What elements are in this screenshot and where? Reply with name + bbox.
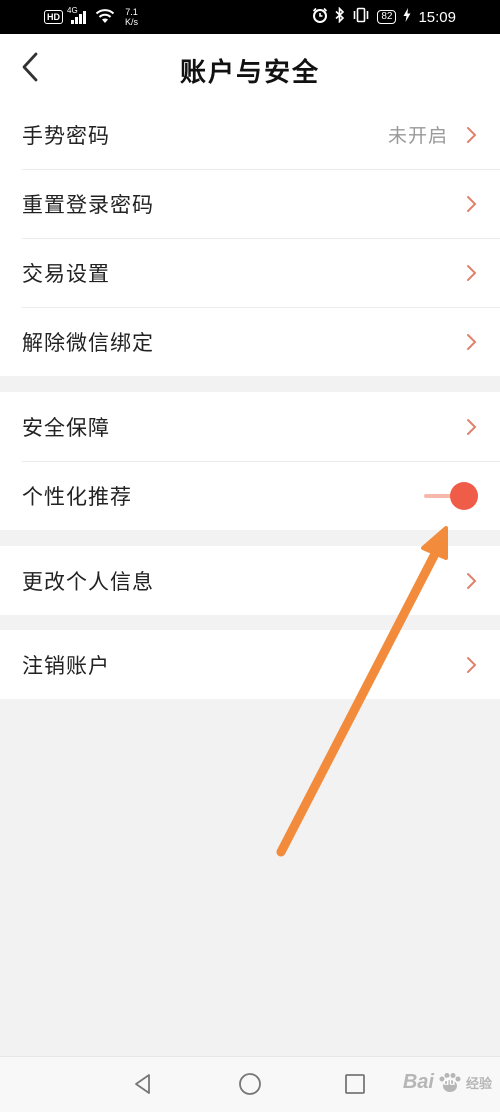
row-unbind-wechat[interactable]: 解除微信绑定 [0,307,500,376]
row-change-personal-info[interactable]: 更改个人信息 [0,546,500,615]
watermark-brand: Bai [402,1071,434,1093]
alarm-icon [312,7,328,27]
row-value: 未开启 [387,125,448,147]
wifi-icon [95,8,115,27]
signal-label: 4G [67,6,78,15]
row-deactivate-account[interactable]: 注销账户 [0,630,500,699]
status-left: HD 4G 7.1 K/s [44,6,138,27]
system-nav-bar: Bai du 经验 [0,1056,500,1112]
clock-time: 15:09 [418,8,456,26]
status-bar: HD 4G 7.1 K/s 82 15:09 [0,0,500,34]
speed-unit: K/s [125,17,139,27]
chevron-right-icon [466,195,478,213]
row-label: 个性化推荐 [22,484,132,509]
row-trade-settings[interactable]: 交易设置 [0,238,500,307]
network-speed: 7.1 K/s [125,7,138,27]
chevron-right-icon [466,264,478,282]
page-title: 账户与安全 [179,58,320,88]
row-security-guarantee[interactable]: 安全保障 [0,392,500,461]
charging-icon [403,8,411,26]
row-gesture-password[interactable]: 手势密码 未开启 [0,100,500,169]
triangle-back-icon [135,1074,150,1094]
signal-icon: 4G [67,6,89,24]
paw-icon: du [437,1072,463,1094]
row-label: 解除微信绑定 [22,330,154,355]
row-label: 手势密码 [22,123,110,148]
watermark-sub: 经验 [465,1076,492,1091]
settings-group-deactivate: 注销账户 [0,630,500,699]
nav-back-button[interactable] [128,1069,158,1099]
watermark-paw-text: du [442,1076,456,1088]
row-label: 重置登录密码 [22,192,154,217]
row-label: 安全保障 [22,415,110,440]
settings-group-profile: 更改个人信息 [0,546,500,615]
bluetooth-icon [335,6,345,27]
nav-recent-button[interactable] [340,1069,370,1099]
row-label: 更改个人信息 [22,569,154,594]
status-right: 82 15:09 [312,6,456,27]
settings-group-account: 手势密码 未开启 重置登录密码 交易设置 解除微信绑定 [0,100,500,376]
chevron-right-icon [466,333,478,351]
row-label: 注销账户 [22,653,110,678]
chevron-right-icon [466,656,478,674]
square-recent-icon [345,1074,365,1094]
nav-home-button[interactable] [235,1069,265,1099]
personalized-recommendation-toggle[interactable] [422,481,478,511]
toggle-knob [450,481,478,510]
circle-home-icon [239,1073,261,1095]
vibrate-icon [352,7,370,27]
chevron-right-icon [466,572,478,590]
settings-group-security: 安全保障 个性化推荐 [0,392,500,530]
row-personalized-recommendation: 个性化推荐 [0,461,500,530]
chevron-right-icon [466,126,478,144]
row-reset-login-password[interactable]: 重置登录密码 [0,169,500,238]
speed-value: 7.1 [125,7,138,17]
battery-icon: 82 [377,10,397,24]
hd-badge: HD [44,10,63,24]
baidu-jingyan-watermark: Bai du 经验 [403,1071,492,1094]
chevron-right-icon [466,418,478,436]
row-label: 交易设置 [22,261,110,286]
header: 账户与安全 [0,34,500,100]
